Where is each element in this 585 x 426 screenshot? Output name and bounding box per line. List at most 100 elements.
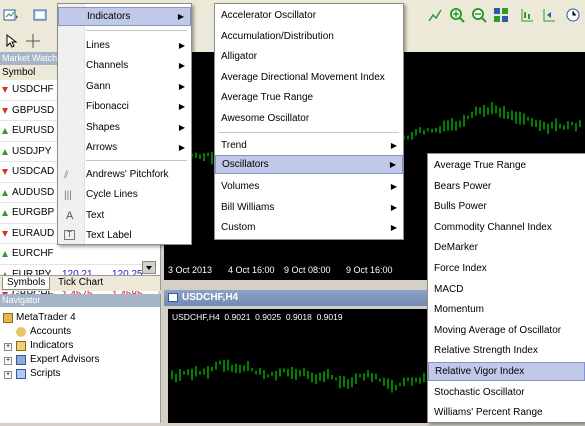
symbol-name: AUDUSD xyxy=(12,186,55,198)
expand-scripts-icon[interactable]: + xyxy=(4,371,12,379)
chart-window-icon xyxy=(168,293,178,302)
oscillator-relative-strength-index[interactable]: Relative Strength Index xyxy=(428,341,585,360)
navigator-item-scripts[interactable]: Scripts xyxy=(30,368,61,379)
menu-item-label: Volumes xyxy=(221,181,260,192)
submenu-trend[interactable]: Trend ▶ xyxy=(215,136,403,155)
navigator-item-accounts[interactable]: Accounts xyxy=(30,326,71,337)
menu-item-gann[interactable]: Gann ▶ xyxy=(58,77,191,96)
navigator-panel: Navigator MetaTrader 4 Accounts + Indica… xyxy=(0,294,161,423)
menu-item-label: Text Label xyxy=(86,230,132,241)
menu-item-text[interactable]: Text xyxy=(58,206,191,225)
arrow-up-icon xyxy=(2,251,8,257)
menu-separator xyxy=(219,132,399,133)
oscillator-demarker[interactable]: DeMarker xyxy=(428,238,585,257)
scroll-down-button[interactable] xyxy=(142,261,156,274)
submenu-volumes[interactable]: Volumes ▶ xyxy=(215,177,403,196)
tab-symbols[interactable]: Symbols xyxy=(2,277,50,290)
market-watch-row[interactable]: EURCHF xyxy=(0,244,158,265)
tile-windows-button[interactable] xyxy=(492,6,510,24)
arrow-up-icon xyxy=(2,128,8,134)
oscillator-commodity-channel-index[interactable]: Commodity Channel Index xyxy=(428,218,585,237)
chart-shift-button[interactable] xyxy=(518,6,536,24)
indicator-accelerator-oscillator[interactable]: Accelerator Oscillator xyxy=(215,6,403,25)
menu-item-label: Lines xyxy=(86,40,110,51)
auto-scroll-button[interactable] xyxy=(540,6,558,24)
submenu-bill-williams[interactable]: Bill Williams ▶ xyxy=(215,198,403,217)
column-symbol[interactable]: Symbol xyxy=(2,67,35,78)
indicator-adx[interactable]: Average Directional Movement Index xyxy=(215,68,403,87)
profiles-button[interactable] xyxy=(32,6,50,24)
time-label: 3 Oct 2013 xyxy=(168,265,213,275)
submenu-arrow-icon: ▶ xyxy=(177,12,184,21)
scripts-icon xyxy=(16,369,26,379)
indicator-accumulation-distribution[interactable]: Accumulation/Distribution xyxy=(215,27,403,46)
menu-item-lines[interactable]: Lines ▶ xyxy=(58,36,191,55)
navigator-item-expert-advisors[interactable]: Expert Advisors xyxy=(30,354,99,365)
indicator-alligator[interactable]: Alligator xyxy=(215,47,403,66)
cursor-tool-button[interactable] xyxy=(2,32,20,50)
oscillator-stochastic-oscillator[interactable]: Stochastic Oscillator xyxy=(428,383,585,402)
crosshair-tool-button[interactable] xyxy=(24,32,42,50)
time-label: 9 Oct 08:00 xyxy=(284,265,331,275)
expand-expert-advisors-icon[interactable]: + xyxy=(4,357,12,365)
accounts-icon xyxy=(16,327,26,337)
menu-item-indicators[interactable]: Indicators ▶ xyxy=(58,7,191,26)
oscillator-force-index[interactable]: Force Index xyxy=(428,259,585,278)
oscillator-moving-average-of-oscillator[interactable]: Moving Average of Oscillator xyxy=(428,321,585,340)
line-studies-button[interactable] xyxy=(426,6,444,24)
menu-item-cycle-lines[interactable]: Cycle Lines xyxy=(58,185,191,204)
indicator-atr[interactable]: Average True Range xyxy=(215,88,403,107)
oscillator-relative-vigor-index[interactable]: Relative Vigor Index xyxy=(428,362,585,381)
symbol-name: EURCHF xyxy=(12,248,54,259)
indicators-submenu: Accelerator Oscillator Accumulation/Dist… xyxy=(214,3,404,240)
submenu-arrow-icon: ▶ xyxy=(390,223,397,232)
menu-item-label: Arrows xyxy=(86,142,118,153)
submenu-oscillators[interactable]: Oscillators ▶ xyxy=(215,155,403,174)
submenu-custom[interactable]: Custom ▶ xyxy=(215,218,403,237)
oscillator-bulls-power[interactable]: Bulls Power xyxy=(428,197,585,216)
menu-item-shapes[interactable]: Shapes ▶ xyxy=(58,118,191,137)
menu-item-channels[interactable]: Channels ▶ xyxy=(58,56,191,75)
period-button[interactable] xyxy=(564,6,582,24)
oscillator-macd[interactable]: MACD xyxy=(428,280,585,299)
insert-menu: Indicators ▶ Lines ▶ Channels ▶ Gann ▶ Fibon… xyxy=(57,3,192,245)
menu-item-andrews-pitchfork[interactable]: Andrews' Pitchfork xyxy=(58,165,191,184)
indicator-awesome-oscillator[interactable]: Awesome Oscillator xyxy=(215,109,403,128)
menu-item-text-label[interactable]: Text Label xyxy=(58,226,191,245)
submenu-arrow-icon: ▶ xyxy=(390,141,397,150)
oscillator-momentum[interactable]: Momentum xyxy=(428,300,585,319)
navigator-item-indicators[interactable]: Indicators xyxy=(30,340,73,351)
zoom-in-button[interactable] xyxy=(448,6,466,24)
new-chart-button[interactable] xyxy=(2,6,20,24)
submenu-arrow-icon: ▶ xyxy=(178,82,185,91)
submenu-arrow-icon: ▶ xyxy=(178,123,185,132)
menu-item-label: Indicators xyxy=(87,11,131,22)
menu-item-label: Bill Williams xyxy=(221,202,275,213)
menu-item-fibonacci[interactable]: Fibonacci ▶ xyxy=(58,97,191,116)
arrow-up-icon xyxy=(2,148,8,155)
navigator-item-metatrader[interactable]: MetaTrader 4 xyxy=(16,312,76,323)
oscillator-average-true-range[interactable]: Average True Range xyxy=(428,156,585,175)
oscillator-bears-power[interactable]: Bears Power xyxy=(428,177,585,196)
zoom-out-button[interactable] xyxy=(470,6,488,24)
menu-item-label: Gann xyxy=(86,81,111,92)
menu-item-label: Custom xyxy=(221,222,256,233)
arrow-down-icon xyxy=(2,169,8,175)
menu-item-label: Channels xyxy=(86,60,129,71)
oscillator-williams-percent-range[interactable]: Williams' Percent Range xyxy=(428,403,585,422)
time-label: 9 Oct 16:00 xyxy=(346,265,393,275)
menu-item-label: Text xyxy=(86,210,105,221)
symbol-name: EURUSD xyxy=(12,125,55,136)
chart-info-line: USDCHF,H4 0.9021 0.9025 0.9018 0.9019 xyxy=(172,312,343,322)
navigator-title: Navigator xyxy=(0,294,160,307)
menu-item-label: Cycle Lines xyxy=(86,189,138,200)
menu-item-label: Andrews' Pitchfork xyxy=(86,169,169,180)
symbol-name: EURAUD xyxy=(12,227,55,239)
tab-tick-chart[interactable]: Tick Chart xyxy=(58,277,103,289)
menu-item-label: Oscillators xyxy=(222,159,269,170)
submenu-arrow-icon: ▶ xyxy=(390,182,397,191)
expand-indicators-icon[interactable]: + xyxy=(4,343,12,351)
menu-item-arrows[interactable]: Arrows ▶ xyxy=(58,138,191,157)
submenu-arrow-icon: ▶ xyxy=(178,61,185,70)
submenu-arrow-icon: ▶ xyxy=(390,203,397,212)
